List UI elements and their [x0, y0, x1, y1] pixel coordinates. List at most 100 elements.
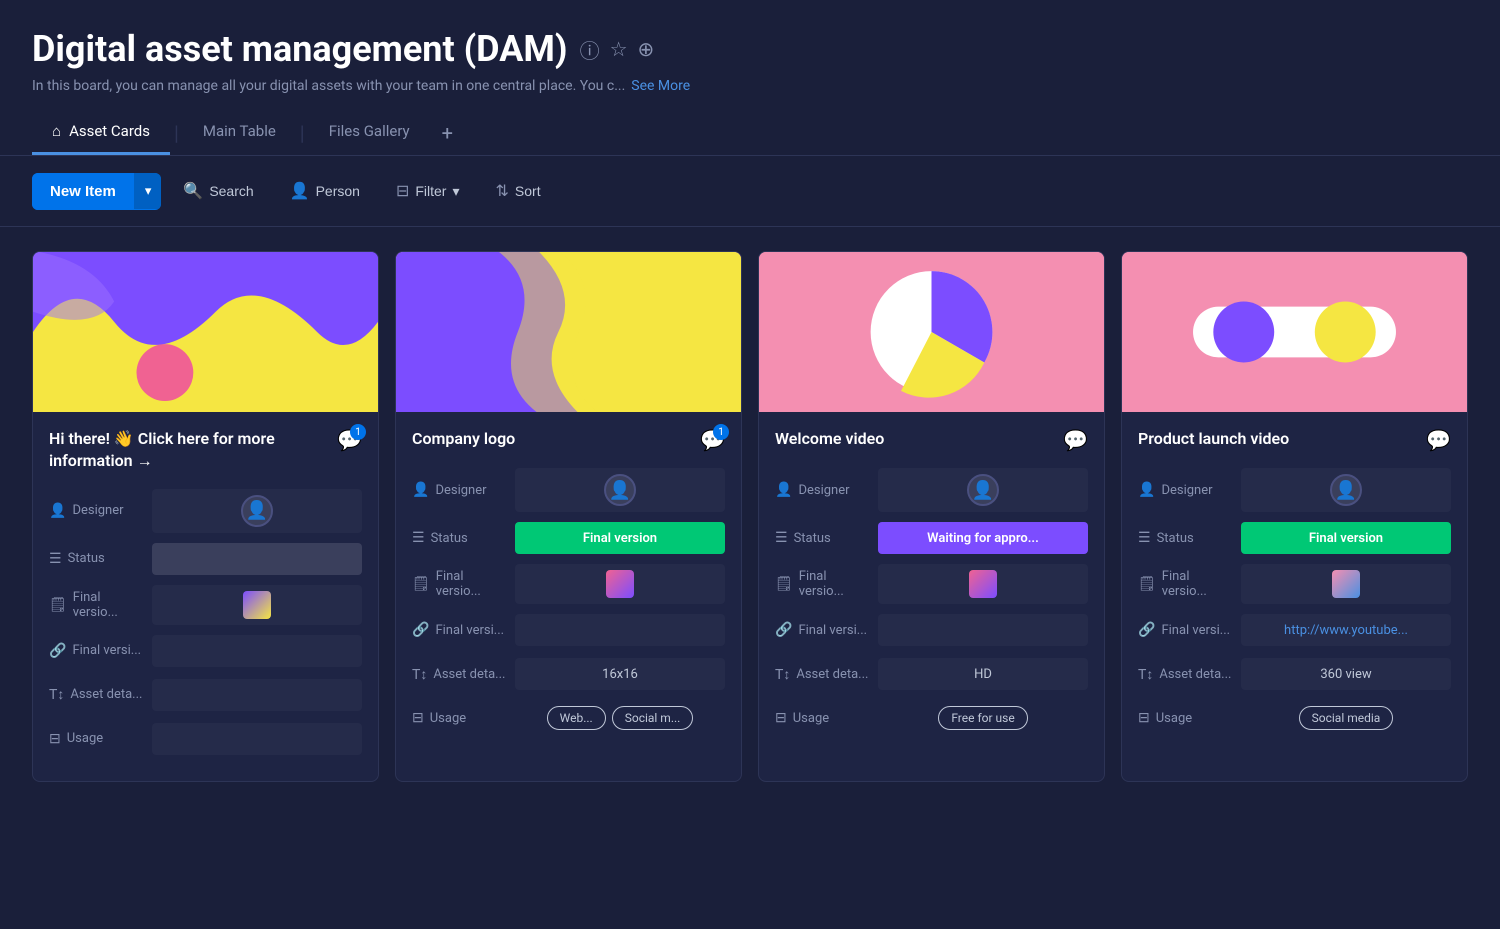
- card-4-final-version-field: 🗒 Final versio...: [1138, 564, 1451, 604]
- card-2-link-label: 🔗 Final versi...: [412, 622, 507, 638]
- card-1-asset-field: T↕ Asset deta...: [49, 677, 362, 713]
- card-2-designer-value[interactable]: 👤: [515, 468, 725, 512]
- card-2-final-version-label: 🗒 Final versio...: [412, 569, 507, 599]
- person-field-icon-2: 👤: [412, 482, 429, 498]
- card-3-thumbnail: [759, 252, 1104, 412]
- card-4-final-version-value[interactable]: [1241, 564, 1451, 604]
- card-1-final-version-value[interactable]: [152, 585, 362, 625]
- person-field-icon-3: 👤: [775, 482, 792, 498]
- person-label: Person: [316, 183, 360, 199]
- filter-chevron-icon: ▾: [452, 183, 459, 200]
- tab-asset-cards[interactable]: ⌂ Asset Cards: [32, 110, 170, 155]
- sort-button[interactable]: ⇅ Sort: [482, 172, 555, 210]
- card-2-status-field: ☰ Status Final version: [412, 520, 725, 556]
- card-2-final-version-field: 🗒 Final versio...: [412, 564, 725, 604]
- card-3-designer-value[interactable]: 👤: [878, 468, 1088, 512]
- file-field-icon-2: 🗒: [412, 576, 430, 592]
- card-3-body: Welcome video 💬 👤 Designer 👤 ☰ Status Wa…: [759, 412, 1104, 760]
- usage-field-icon-2: ⊟: [412, 710, 424, 726]
- card-4-asset-value[interactable]: 360 view: [1241, 658, 1451, 690]
- add-tab-button[interactable]: +: [430, 113, 465, 153]
- card-3-asset-value[interactable]: HD: [878, 658, 1088, 690]
- card-2-asset-value[interactable]: 16x16: [515, 658, 725, 690]
- card-1: Hi there! 👋 Click here for more informat…: [32, 251, 379, 782]
- page-subtitle: In this board, you can manage all your d…: [32, 78, 1468, 94]
- usage-tag-web[interactable]: Web...: [547, 706, 606, 730]
- title-row: Digital asset management (DAM) ⓘ ☆ ⊕: [32, 28, 1468, 70]
- card-3-usage-field: ⊟ Usage Free for use: [775, 700, 1088, 736]
- person-button[interactable]: 👤 Person: [276, 172, 374, 210]
- new-item-button[interactable]: New Item ▾: [32, 173, 161, 210]
- info-icon[interactable]: ⓘ: [580, 35, 600, 64]
- card-1-link-value[interactable]: [152, 635, 362, 667]
- card-3-final-version-value[interactable]: [878, 564, 1088, 604]
- card-4-designer-value[interactable]: 👤: [1241, 468, 1451, 512]
- filter-button[interactable]: ⊟ Filter ▾: [382, 172, 474, 210]
- search-icon: 🔍: [183, 181, 203, 201]
- card-1-comment-badge: 1: [350, 424, 366, 440]
- card-2-status-value[interactable]: Final version: [515, 522, 725, 554]
- card-4: Product launch video 💬 👤 Designer 👤 ☰ St…: [1121, 251, 1468, 782]
- cards-grid: Hi there! 👋 Click here for more informat…: [0, 227, 1500, 806]
- tab-files-gallery[interactable]: Files Gallery: [309, 110, 430, 155]
- card-3-title: Welcome video: [775, 428, 1055, 450]
- card-4-status-value[interactable]: Final version: [1241, 522, 1451, 554]
- card-4-usage-field: ⊟ Usage Social media: [1138, 700, 1451, 736]
- tab-main-table[interactable]: Main Table: [183, 110, 296, 155]
- card-1-usage-value[interactable]: [152, 723, 362, 755]
- card-3-usage-label: ⊟ Usage: [775, 710, 870, 726]
- search-button[interactable]: 🔍 Search: [169, 172, 267, 210]
- usage-tag-social-media[interactable]: Social media: [1299, 706, 1394, 730]
- card-3-svg: [759, 252, 1104, 412]
- status-field-icon-4: ☰: [1138, 530, 1151, 546]
- card-3-usage-value[interactable]: Free for use: [878, 702, 1088, 734]
- card-4-title-row: Product launch video 💬: [1138, 428, 1451, 452]
- person-field-icon-4: 👤: [1138, 482, 1155, 498]
- card-4-link-value[interactable]: http://www.youtube...: [1241, 614, 1451, 646]
- sort-icon: ⇅: [496, 181, 509, 201]
- card-1-designer-value[interactable]: 👤: [152, 489, 362, 533]
- card-2-comment-btn[interactable]: 💬 1: [700, 428, 725, 452]
- new-item-main[interactable]: New Item: [32, 173, 134, 210]
- card-1-svg: [33, 252, 378, 412]
- card-3-status-value[interactable]: Waiting for appro...: [878, 522, 1088, 554]
- card-4-comment-btn[interactable]: 💬: [1426, 428, 1451, 452]
- tab-divider-1: |: [170, 121, 183, 145]
- card-3-link-value[interactable]: [878, 614, 1088, 646]
- card-2-asset-field: T↕ Asset deta... 16x16: [412, 656, 725, 692]
- card-4-link-label: 🔗 Final versi...: [1138, 622, 1233, 638]
- card-1-asset-value[interactable]: [152, 679, 362, 711]
- file-field-icon: 🗒: [49, 597, 67, 613]
- share-icon[interactable]: ⊕: [638, 37, 655, 61]
- card-1-comment-btn[interactable]: 💬 1: [337, 428, 362, 452]
- avatar-placeholder: 👤: [241, 495, 273, 527]
- card-1-asset-label: T↕ Asset deta...: [49, 686, 144, 703]
- card-4-final-version-label: 🗒 Final versio...: [1138, 569, 1233, 599]
- card-2-body: Company logo 💬 1 👤 Designer 👤 ☰ St: [396, 412, 741, 760]
- card-1-body: Hi there! 👋 Click here for more informat…: [33, 412, 378, 781]
- card-3-final-version-label: 🗒 Final versio...: [775, 569, 870, 599]
- new-item-dropdown[interactable]: ▾: [134, 173, 162, 209]
- card-2-asset-label: T↕ Asset deta...: [412, 666, 507, 683]
- card-2-link-value[interactable]: [515, 614, 725, 646]
- usage-tag-free[interactable]: Free for use: [938, 706, 1027, 730]
- card-1-designer-label: 👤 Designer: [49, 503, 144, 519]
- text-field-icon: T↕: [49, 686, 64, 703]
- card-2-usage-value[interactable]: Web... Social m...: [515, 702, 725, 734]
- see-more-link[interactable]: See More: [631, 78, 690, 94]
- usage-tag-social-m[interactable]: Social m...: [612, 706, 694, 730]
- file-field-icon-3: 🗒: [775, 576, 793, 592]
- tab-asset-cards-label: Asset Cards: [69, 122, 150, 140]
- card-3-comment-btn[interactable]: 💬: [1063, 428, 1088, 452]
- usage-field-icon-4: ⊟: [1138, 710, 1150, 726]
- card-2-final-version-value[interactable]: [515, 564, 725, 604]
- card-2: Company logo 💬 1 👤 Designer 👤 ☰ St: [395, 251, 742, 782]
- star-icon[interactable]: ☆: [610, 37, 628, 61]
- card-1-status-value[interactable]: [152, 543, 362, 575]
- card-4-svg: [1122, 252, 1467, 412]
- status-field-icon-3: ☰: [775, 530, 788, 546]
- text-field-icon-4: T↕: [1138, 666, 1153, 683]
- card-4-usage-value[interactable]: Social media: [1241, 702, 1451, 734]
- card-2-thumbnail: [396, 252, 741, 412]
- usage-field-icon-3: ⊟: [775, 710, 787, 726]
